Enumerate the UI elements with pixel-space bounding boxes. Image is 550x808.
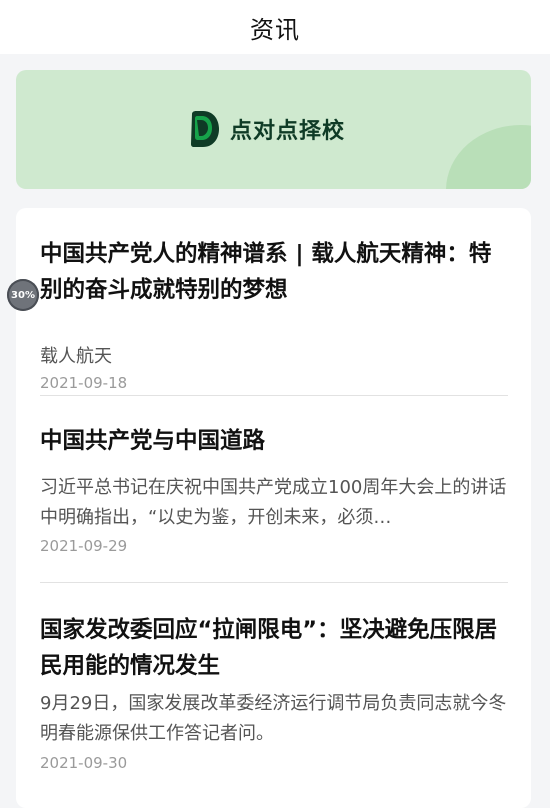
progress-badge[interactable]: 30%: [7, 279, 39, 311]
news-item[interactable]: 国家发改委回应“拉闸限电”：坚决避免压限居民用能的情况发生 9月29日，国家发展…: [40, 612, 508, 782]
banner-decoration: [446, 125, 531, 189]
news-summary: 9月29日，国家发展改革委经济运行调节局负责同志就今冬明春能源保供工作答记者问。: [40, 693, 507, 744]
news-date: 2021-09-29: [40, 537, 128, 555]
news-title: 中国共产党人的精神谱系 | 载人航天精神：特别的奋斗成就特别的梦想: [40, 241, 492, 303]
news-summary: 习近平总书记在庆祝中国共产党成立100周年大会上的讲话中明确指出，“以史为鉴，开…: [40, 477, 507, 528]
progress-label: 30%: [11, 289, 35, 301]
news-date: 2021-09-30: [40, 754, 128, 772]
news-title: 中国共产党与中国道路: [40, 428, 266, 454]
news-list: 中国共产党人的精神谱系 | 载人航天精神：特别的奋斗成就特别的梦想 载人航天 2…: [16, 208, 531, 808]
news-date: 2021-09-18: [40, 374, 128, 392]
promo-banner[interactable]: 点对点择校: [16, 70, 531, 189]
page-title: 资讯: [250, 15, 300, 44]
news-title: 国家发改委回应“拉闸限电”：坚决避免压限居民用能的情况发生: [40, 617, 498, 679]
brand-logo: 点对点择校: [188, 110, 345, 148]
divider: [40, 395, 508, 396]
brand-logo-text: 点对点择校: [230, 119, 346, 144]
brand-leaf-icon: [191, 111, 219, 147]
news-item[interactable]: 中国共产党人的精神谱系 | 载人航天精神：特别的奋斗成就特别的梦想 载人航天 2…: [40, 236, 508, 396]
news-summary: 载人航天: [40, 346, 112, 367]
divider: [40, 582, 508, 583]
top-bar: 资讯: [0, 0, 550, 54]
news-item[interactable]: 中国共产党与中国道路 习近平总书记在庆祝中国共产党成立100周年大会上的讲话中明…: [40, 423, 508, 568]
